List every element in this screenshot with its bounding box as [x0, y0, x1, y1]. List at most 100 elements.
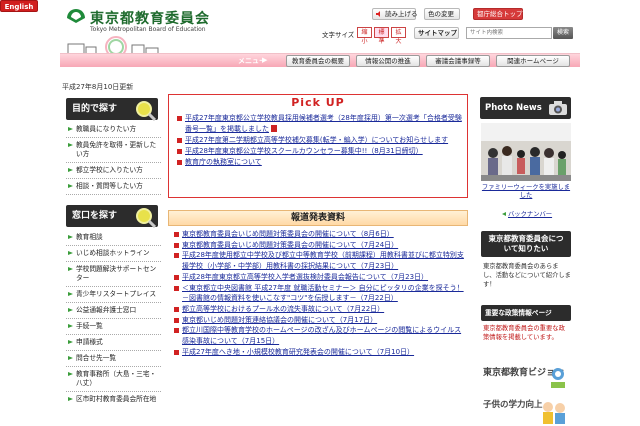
nav-item-minutes[interactable]: 審議会議事録等	[426, 55, 490, 67]
arrow-icon	[68, 168, 73, 172]
logo-icon	[551, 368, 565, 388]
speaker-icon	[376, 11, 380, 17]
pickup-item[interactable]: 教育庁の執務室について	[177, 157, 465, 168]
window-search-heading: 窓口を探す	[66, 205, 158, 228]
nav-item-related-pages[interactable]: 関連ホームページ	[496, 55, 570, 67]
color-change-button[interactable]: 色の変更	[424, 8, 460, 20]
purpose-search-heading: 目的で探す	[66, 98, 158, 121]
press-release-list: 東京都教育委員会いじめ問題対策委員会の開催について（8月6日） 東京都教育委員会…	[174, 229, 464, 357]
academic-improvement-text: 子供の学力向上	[483, 400, 543, 410]
pickup-item[interactable]: 平成27年度第二学期都立高等学校補欠募集(転学・編入学）についてお知らせします	[177, 135, 465, 146]
list-item[interactable]: 学校問題解決サポートセンター	[66, 265, 161, 287]
bullet-icon	[174, 232, 179, 237]
purpose-search-title: 目的で探す	[72, 104, 118, 114]
bullet-icon	[177, 116, 182, 121]
arrow-icon	[68, 324, 73, 328]
font-small-button[interactable]: 縮小	[357, 27, 372, 45]
press-release-heading: 報道発表資料	[168, 210, 468, 226]
photo-news-heading: Photo News	[480, 97, 571, 119]
nav-arrow-icon: ▶	[262, 56, 268, 64]
site-header: 東京都教育委員会 Tokyo Metropolitan Board of Edu…	[0, 0, 640, 58]
bullet-icon	[174, 306, 179, 312]
list-item[interactable]: 教育事務所（大島・三宅・八丈）	[66, 370, 161, 392]
press-item[interactable]: 東京都いじめ問題対策連絡協議会の開催について（7月17日）	[174, 315, 464, 326]
arrow-icon	[68, 356, 73, 360]
read-aloud-button[interactable]: 読み上げる	[372, 8, 418, 20]
photo-news-caption[interactable]: ファミリーウィークを実施しました	[481, 184, 571, 200]
arrow-icon	[68, 127, 73, 131]
list-item[interactable]: 教員免許を取得・更新したい方	[66, 141, 161, 163]
logo-japanese-text: 東京都教育委員会	[90, 11, 210, 27]
list-item[interactable]: 都立学校に入りたい方	[66, 166, 161, 179]
list-item[interactable]: 問合せ先一覧	[66, 354, 161, 367]
policy-info-heading[interactable]: 重要な政策情報ページ	[481, 305, 571, 321]
academic-improvement-banner[interactable]: 子供の学力向上	[481, 397, 571, 426]
list-item[interactable]: 公益通報弁護士窓口	[66, 306, 161, 319]
bullet-icon	[177, 138, 182, 143]
bullet-icon	[174, 274, 179, 280]
pickup-box: Pick UP 平成27年度東京都公立学校教員採用候補者選考（28年度採用）第一…	[168, 94, 468, 198]
arrow-icon	[68, 143, 73, 147]
list-item[interactable]: 手続一覧	[66, 322, 161, 335]
bullet-icon	[174, 242, 179, 248]
search-button[interactable]: 検索	[553, 27, 573, 39]
font-large-button[interactable]: 拡大	[391, 27, 406, 45]
photo-news-image[interactable]	[481, 123, 571, 181]
sitemap-button[interactable]: サイトマップ	[414, 27, 459, 39]
press-item[interactable]: 平成28年度使用都立中学校及び都立中等教育学校（前期課程）用教科書並びに都立特別…	[174, 250, 464, 271]
press-item[interactable]: 都立川国際中等教育学校のホームページの改ざん及びホームページの閲覧によるウイルス…	[174, 325, 464, 346]
bullet-icon	[174, 349, 179, 355]
arrow-icon	[68, 340, 73, 344]
back-number-link[interactable]: バックナンバー	[502, 209, 552, 218]
search-input[interactable]	[466, 27, 552, 39]
bullet-icon	[177, 149, 182, 154]
press-item[interactable]: 都立高等学校におけるプール水の流失事故について（7月22日）	[174, 304, 464, 315]
pickup-title: Pick UP	[291, 96, 345, 109]
pickup-item[interactable]: 平成28年度東京都公立学校スクールカウンセラー募集中!!（8月31日締切）	[177, 146, 465, 157]
magnifier-icon	[136, 101, 156, 121]
list-item[interactable]: 申請様式	[66, 338, 161, 351]
last-updated: 平成27年8月10日更新	[62, 83, 134, 91]
list-item[interactable]: 区市町村教育委員会所在地	[66, 395, 161, 404]
list-item[interactable]: 教育相談	[66, 233, 161, 246]
arrow-icon	[502, 212, 506, 216]
arrow-icon	[68, 184, 73, 188]
bullet-icon	[177, 160, 182, 165]
font-size-label: 文字サイズ	[322, 31, 355, 39]
tokyo-top-button[interactable]: 都庁総合トップ	[473, 8, 523, 20]
press-item[interactable]: 東京都教育委員会いじめ問題対策委員会の開催について（8月6日）	[174, 229, 464, 240]
pickup-item[interactable]: 平成27年度東京都公立学校教員採用候補者選考（28年度採用）第一次選考「合格者受…	[177, 113, 465, 135]
bullet-icon	[174, 285, 179, 291]
font-standard-button[interactable]: 標準	[374, 27, 389, 45]
nav-item-overview[interactable]: 教育委員会の概要	[286, 55, 350, 67]
bullet-icon	[174, 317, 179, 323]
window-list: 教育相談 いじめ相談ホットライン 学校問題解決サポートセンター 青少年リスタート…	[66, 233, 161, 408]
press-item[interactable]: 平成27年度へき地・小規模校教育研究発表会の開催について（7月10日）	[174, 347, 464, 358]
arrow-icon	[68, 308, 73, 312]
arrow-icon	[68, 235, 73, 239]
nav-item-disclosure[interactable]: 情報公開の推進	[356, 55, 420, 67]
arrow-icon	[68, 292, 73, 296]
camera-icon	[549, 101, 567, 115]
global-nav: メニュー ▶ 教育委員会の概要 情報公開の推進 審議会議事録等 関連ホームページ	[60, 53, 580, 67]
arrow-icon	[68, 267, 73, 271]
about-board-heading[interactable]: 東京都教育委員会について知りたい	[481, 231, 571, 257]
press-item[interactable]: ＜東京都立中央図書館 平成27年度 就職活動セミナー＞ 自分にピッタリの企業を探…	[174, 283, 464, 304]
tokyo-logo-icon	[67, 9, 85, 23]
education-vision-banner[interactable]: 東京都教育ビジョン	[481, 362, 571, 394]
list-item[interactable]: 教職員になりたい方	[66, 125, 161, 138]
photo-news-title: Photo News	[485, 103, 542, 113]
list-item[interactable]: いじめ相談ホットライン	[66, 249, 161, 262]
press-item[interactable]: 平成28年度東京都立高等学校入学者選抜検討委員会報告について（7月23日）	[174, 272, 464, 283]
children-illustration	[543, 402, 565, 424]
list-item[interactable]: 青少年リスタートプレイス	[66, 290, 161, 303]
bullet-icon	[174, 328, 179, 334]
press-item[interactable]: 東京都教育委員会いじめ問題対策委員会の開催について（7月24日）	[174, 240, 464, 251]
logo-english-text: Tokyo Metropolitan Board of Education	[90, 26, 206, 33]
english-button[interactable]: English	[0, 0, 38, 12]
arrow-icon	[68, 372, 73, 376]
pickup-list: 平成27年度東京都公立学校教員採用候補者選考（28年度採用）第一次選考「合格者受…	[177, 113, 465, 168]
magnifier-icon	[136, 208, 156, 228]
list-item[interactable]: 相談・質問等したい方	[66, 182, 161, 195]
pdf-icon	[271, 125, 277, 132]
